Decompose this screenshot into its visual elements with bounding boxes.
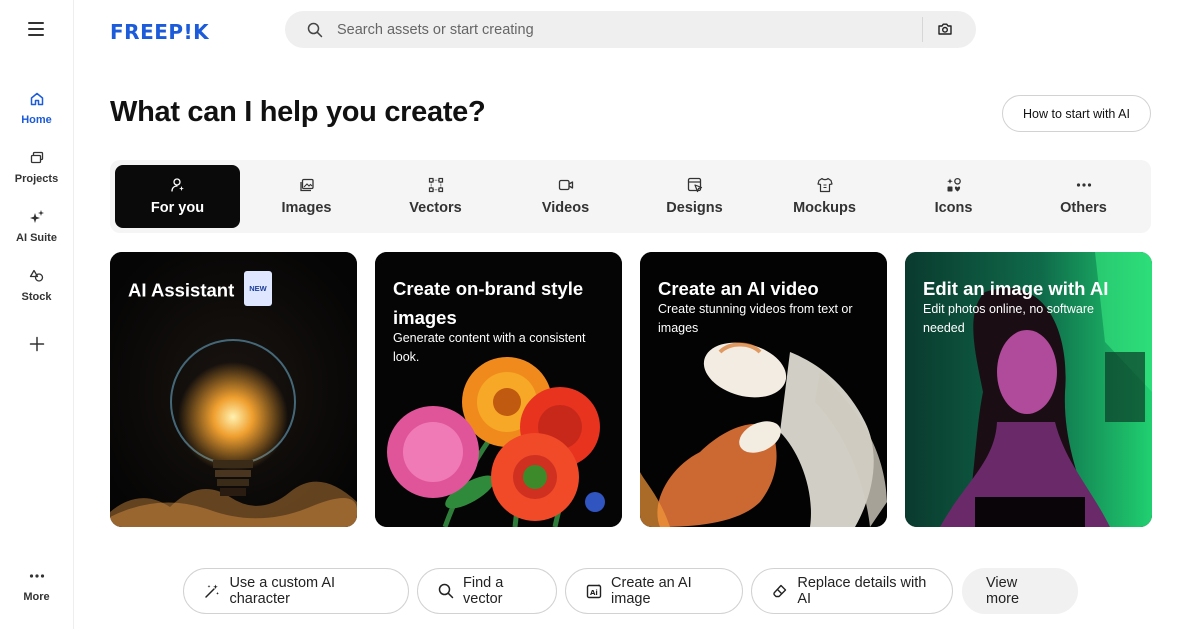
quick-action-label: Replace details with AI (797, 575, 927, 607)
card-title: AI Assistant NEW (128, 271, 343, 309)
sidebar-item-label: Home (21, 114, 52, 126)
card-title-text: AI Assistant (128, 279, 235, 301)
user-sparkle-icon (170, 177, 186, 193)
tab-label: Vectors (409, 200, 462, 216)
sidebar-item-more[interactable]: More (0, 567, 73, 603)
camera-icon[interactable] (937, 21, 953, 37)
projects-icon (28, 149, 46, 167)
sidebar-item-ai-suite[interactable]: AI Suite (0, 208, 73, 244)
sidebar-item-label: Projects (14, 173, 59, 185)
ai-image-icon: Ai (586, 583, 602, 600)
video-icon (558, 177, 574, 193)
sidebar-item-label: AI Suite (16, 232, 57, 244)
search-input[interactable] (337, 21, 897, 38)
tab-videos[interactable]: Videos (503, 165, 628, 228)
card-subtitle: Generate content with a consistent look. (393, 331, 586, 364)
tab-icons[interactable]: Icons (891, 165, 1016, 228)
add-button[interactable] (18, 327, 55, 360)
tab-designs[interactable]: Designs (632, 165, 757, 228)
quick-action-label: Use a custom AI character (229, 575, 336, 607)
sidebar-item-label: More (23, 591, 50, 603)
use-custom-ai-character-button[interactable]: Use a custom AI character (183, 568, 409, 614)
find-a-vector-button[interactable]: Find a vector (417, 568, 557, 614)
sidebar: Home Projects AI Suite Stock More (0, 0, 74, 629)
how-to-start-button[interactable]: How to start with AI (1002, 95, 1151, 132)
card-edit-image[interactable]: Edit an image with AI Edit photos online… (905, 252, 1152, 527)
stock-icon (28, 267, 46, 285)
sidebar-item-stock[interactable]: Stock (0, 267, 73, 303)
eraser-icon (772, 583, 788, 600)
tab-for-you[interactable]: For you (115, 165, 240, 228)
quick-action-label: Create an AI image (611, 575, 692, 607)
card-ai-assistant[interactable]: AI Assistant NEW (110, 252, 357, 527)
dots-icon (1076, 177, 1092, 193)
svg-text:Ai: Ai (590, 589, 598, 597)
quick-action-label: View more (986, 575, 1020, 607)
search-bar (285, 11, 976, 48)
card-subtitle: Create stunning videos from text or imag… (658, 302, 853, 335)
tab-label: Others (1060, 200, 1107, 216)
card-on-brand-images[interactable]: Create on-brand style images Generate co… (375, 252, 622, 527)
sidebar-item-projects[interactable]: Projects (0, 149, 73, 185)
tab-label: Designs (666, 200, 723, 216)
quick-action-label: Find a vector (463, 575, 504, 607)
create-ai-image-button[interactable]: Ai Create an AI image (565, 568, 743, 614)
home-icon (28, 90, 46, 108)
card-subtitle: Edit photos online, no software needed (923, 302, 1094, 335)
icons-icon (946, 177, 962, 193)
tab-label: Icons (934, 200, 973, 216)
mockups-icon (816, 177, 833, 193)
sidebar-item-home[interactable]: Home (0, 90, 73, 126)
search-icon (438, 583, 454, 600)
tab-label: Mockups (793, 200, 856, 216)
page-title: What can I help you create? (110, 96, 486, 128)
tab-mockups[interactable]: Mockups (762, 165, 887, 228)
designs-icon (687, 177, 703, 193)
tab-others[interactable]: Others (1021, 165, 1146, 228)
sparkle-icon (28, 208, 46, 226)
replace-details-with-ai-button[interactable]: Replace details with AI (751, 568, 953, 614)
category-tabs: For you Images Vectors Videos Designs Mo… (110, 160, 1151, 233)
images-icon (299, 177, 315, 193)
magic-wand-icon (204, 583, 220, 600)
freepik-logo[interactable]: FREEP!K (110, 20, 209, 44)
sidebar-item-label: Stock (21, 291, 52, 303)
vectors-icon (428, 177, 444, 193)
dots-icon (28, 567, 46, 585)
card-title: Create on-brand style images (393, 278, 584, 328)
tab-label: Images (281, 200, 332, 216)
card-title: Create an AI video (658, 278, 819, 299)
hamburger-menu-icon[interactable] (26, 20, 46, 38)
search-icon (307, 22, 323, 37)
card-title: Edit an image with AI (923, 278, 1109, 299)
tab-label: Videos (541, 200, 590, 216)
tab-images[interactable]: Images (244, 165, 369, 228)
tab-vectors[interactable]: Vectors (373, 165, 498, 228)
new-badge: NEW (244, 271, 272, 306)
view-more-button[interactable]: View more (962, 568, 1078, 614)
plus-icon (29, 336, 44, 351)
card-ai-video[interactable]: Create an AI video Create stunning video… (640, 252, 887, 527)
tab-label: For you (150, 200, 205, 216)
search-divider (922, 17, 923, 42)
